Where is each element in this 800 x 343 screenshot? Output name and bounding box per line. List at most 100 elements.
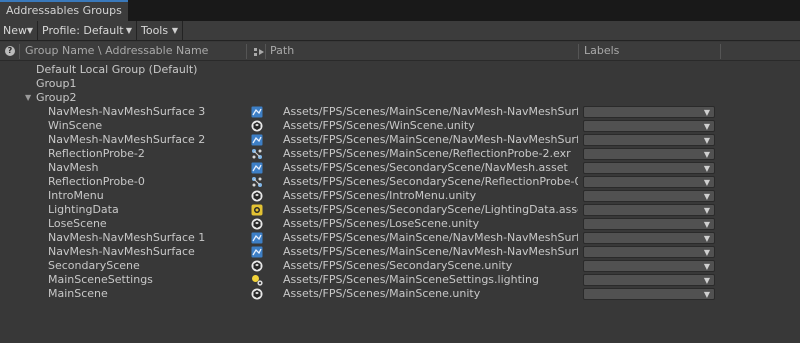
labels-dropdown[interactable]: ▼ (583, 288, 715, 300)
entry-path: Assets/FPS/Scenes/MainScene/NavMesh-NavM… (283, 133, 578, 146)
caret-down-icon: ▼ (703, 136, 710, 145)
entry-row[interactable]: NavMesh-NavMeshSurface 2 Assets/FPS/Scene… (0, 133, 800, 147)
entry-row[interactable]: NavMesh Assets/FPS/Scenes/SecondaryScene/… (0, 161, 800, 175)
entry-name: LoseScene (48, 217, 107, 230)
tools-dropdown-button[interactable]: Tools ▼ (138, 21, 183, 40)
caret-down-icon: ▼ (703, 178, 710, 187)
entry-path: Assets/FPS/Scenes/MainScene/NavMesh-NavM… (283, 105, 578, 118)
caret-down-icon: ▼ (703, 234, 710, 243)
entry-row[interactable]: SecondaryScene Assets/FPS/Scenes/Secondar… (0, 259, 800, 273)
entry-path: Assets/FPS/Scenes/SecondaryScene/Reflect… (283, 175, 578, 188)
reflection-probe-icon (251, 176, 263, 188)
caret-down-icon: ▼ (703, 220, 710, 229)
caret-down-icon: ▼ (171, 26, 178, 35)
entry-row[interactable]: IntroMenu Assets/FPS/Scenes/IntroMenu.uni… (0, 189, 800, 203)
entry-row[interactable]: NavMesh-NavMeshSurface Assets/FPS/Scenes/… (0, 245, 800, 259)
group-row-group1[interactable]: Group1 (0, 77, 800, 91)
entry-row[interactable]: ReflectionProbe-0 Assets/FPS/Scenes/Secon… (0, 175, 800, 189)
entry-row[interactable]: LightingData Assets/FPS/Scenes/SecondaryS… (0, 203, 800, 217)
unity-scene-icon (251, 190, 263, 202)
group-row-default-local[interactable]: Default Local Group (Default) (0, 63, 800, 77)
entry-name: IntroMenu (48, 189, 104, 202)
lighting-settings-icon (251, 274, 263, 286)
new-dropdown-button[interactable]: New ▼ (0, 21, 38, 40)
labels-dropdown[interactable]: ▼ (583, 260, 715, 272)
caret-down-icon: ▼ (26, 26, 33, 35)
labels-dropdown[interactable]: ▼ (583, 218, 715, 230)
labels-dropdown[interactable]: ▼ (583, 274, 715, 286)
entry-name: LightingData (48, 203, 119, 216)
labels-dropdown[interactable]: ▼ (583, 176, 715, 188)
caret-down-icon: ▼ (703, 206, 710, 215)
entry-row[interactable]: LoseScene Assets/FPS/Scenes/LoseScene.uni… (0, 217, 800, 231)
entry-row[interactable]: ReflectionProbe-2 Assets/FPS/Scenes/MainS… (0, 147, 800, 161)
lighting-data-icon (251, 204, 263, 216)
labels-dropdown[interactable]: ▼ (583, 120, 715, 132)
entry-path: Assets/FPS/Scenes/WinScene.unity (283, 119, 475, 132)
entry-path: Assets/FPS/Scenes/SecondaryScene/NavMesh… (283, 161, 568, 174)
navmesh-icon (251, 162, 263, 174)
entry-row[interactable]: MainScene Assets/FPS/Scenes/MainScene.uni… (0, 287, 800, 301)
entry-row[interactable]: NavMesh-NavMeshSurface 1 Assets/FPS/Scene… (0, 231, 800, 245)
column-path-label: Path (270, 44, 295, 57)
unity-scene-icon (251, 218, 263, 230)
asset-type-icon (254, 48, 264, 56)
caret-down-icon: ▼ (703, 192, 710, 201)
foldout-expanded-icon[interactable]: ▼ (25, 91, 31, 105)
column-divider[interactable] (720, 44, 721, 59)
column-labels-label: Labels (584, 44, 620, 57)
entry-row[interactable]: WinScene Assets/FPS/Scenes/WinScene.unity… (0, 119, 800, 133)
entry-name: NavMesh-NavMeshSurface 3 (48, 105, 206, 118)
group-label: Group2 (36, 91, 77, 104)
caret-down-icon: ▼ (703, 248, 710, 257)
group-label: Default Local Group (Default) (36, 63, 198, 76)
toolbar: New ▼ Profile: Default ▼ Tools ▼ (0, 21, 800, 41)
entry-name: MainScene (48, 287, 108, 300)
help-icon[interactable]: ? (5, 46, 15, 56)
caret-down-icon: ▼ (703, 262, 710, 271)
entry-row[interactable]: MainSceneSettings Assets/FPS/Scenes/MainS… (0, 273, 800, 287)
entry-name: MainSceneSettings (48, 273, 153, 286)
column-header: ? Group Name \ Addressable Name Path Lab… (0, 42, 800, 61)
entry-path: Assets/FPS/Scenes/MainScene.unity (283, 287, 481, 300)
caret-down-icon: ▼ (125, 26, 132, 35)
entry-row[interactable]: NavMesh-NavMeshSurface 3 Assets/FPS/Scene… (0, 105, 800, 119)
column-header-path[interactable]: Path (270, 42, 294, 61)
profile-label: Profile: Default (42, 24, 124, 37)
entry-name: NavMesh-NavMeshSurface 1 (48, 231, 206, 244)
tab-addressables-groups[interactable]: Addressables Groups (0, 0, 128, 21)
column-header-labels[interactable]: Labels (584, 42, 619, 61)
column-divider[interactable] (246, 44, 247, 59)
new-label: New (3, 24, 27, 37)
profile-dropdown-button[interactable]: Profile: Default ▼ (39, 21, 137, 40)
entry-path: Assets/FPS/Scenes/IntroMenu.unity (283, 189, 477, 202)
labels-dropdown[interactable]: ▼ (583, 134, 715, 146)
entry-name: NavMesh-NavMeshSurface 2 (48, 133, 206, 146)
labels-dropdown[interactable]: ▼ (583, 246, 715, 258)
tools-label: Tools (141, 24, 169, 37)
column-header-name[interactable]: Group Name \ Addressable Name (25, 42, 208, 61)
labels-dropdown[interactable]: ▼ (583, 204, 715, 216)
caret-down-icon: ▼ (703, 122, 710, 131)
unity-scene-icon (251, 260, 263, 272)
column-divider[interactable] (265, 44, 266, 59)
navmesh-icon (251, 106, 263, 118)
caret-down-icon: ▼ (703, 276, 710, 285)
entry-name: SecondaryScene (48, 259, 140, 272)
entry-path: Assets/FPS/Scenes/SecondaryScene.unity (283, 259, 513, 272)
column-divider[interactable] (19, 44, 20, 59)
group-label: Group1 (36, 77, 77, 90)
window-titlebar: Addressables Groups (0, 0, 800, 21)
labels-dropdown[interactable]: ▼ (583, 190, 715, 202)
column-divider[interactable] (578, 44, 579, 59)
navmesh-icon (251, 134, 263, 146)
caret-down-icon: ▼ (703, 150, 710, 159)
labels-dropdown[interactable]: ▼ (583, 148, 715, 160)
labels-dropdown[interactable]: ▼ (583, 162, 715, 174)
entry-name: NavMesh (48, 161, 99, 174)
labels-dropdown[interactable]: ▼ (583, 106, 715, 118)
labels-dropdown[interactable]: ▼ (583, 232, 715, 244)
group-row-group2[interactable]: ▼ Group2 (0, 91, 800, 105)
caret-down-icon: ▼ (703, 164, 710, 173)
entry-name: ReflectionProbe-0 (48, 175, 145, 188)
